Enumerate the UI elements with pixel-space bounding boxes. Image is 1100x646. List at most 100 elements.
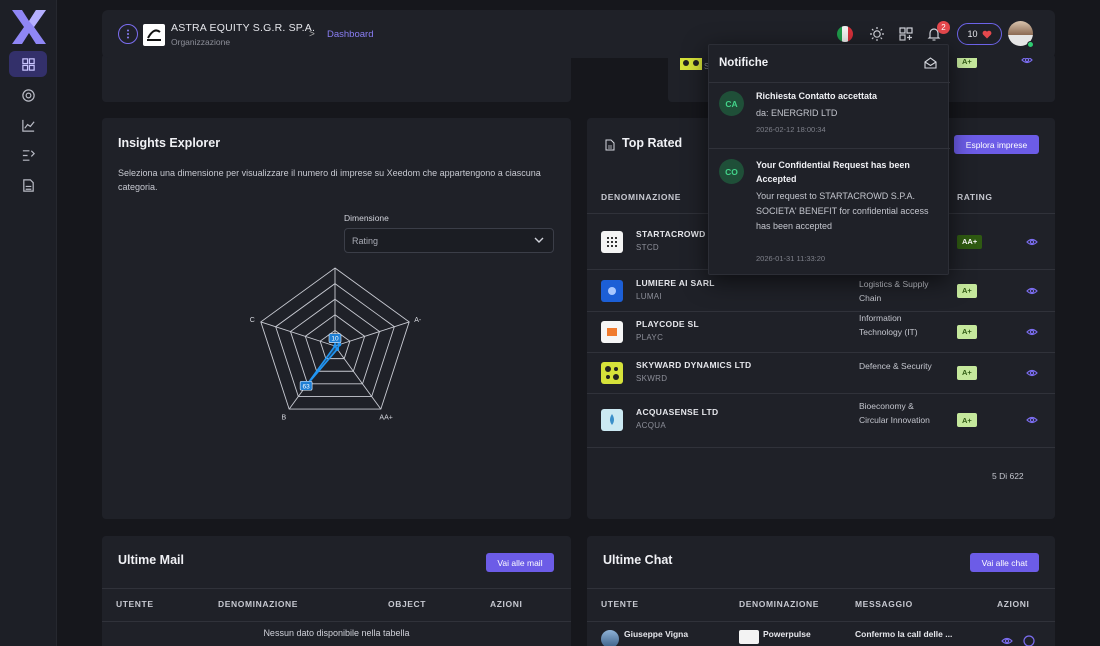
insights-card: Insights Explorer Seleziona una dimensio… — [102, 118, 571, 519]
breadcrumb-separator: > — [309, 29, 315, 40]
upper-left-card — [102, 54, 571, 102]
notification-avatar: CO — [719, 159, 744, 184]
company-logo-icon — [601, 361, 623, 384]
radar-axis-label: B — [282, 414, 287, 421]
credits-count: 10 — [967, 29, 978, 39]
notification-body: da: ENERGRID LTD — [756, 108, 838, 118]
sidebar-item-analytics[interactable] — [9, 112, 47, 138]
chat-message: Confermo la call delle ... — [855, 629, 953, 639]
chat-user: Giuseppe Vigna — [624, 629, 689, 639]
mail-open-icon[interactable] — [924, 57, 937, 69]
eye-icon[interactable] — [1026, 236, 1038, 248]
dimension-label: Dimensione — [344, 213, 389, 223]
company-sector: Bioeconomy & Circular Innovation — [859, 401, 930, 425]
company-name[interactable]: PLAYCODE SL — [636, 319, 699, 329]
notification-body: Your request to STARTACROWD S.P.A. SOCIE… — [756, 191, 929, 231]
notification-time: 2026-01-31 11:33:20 — [756, 254, 826, 263]
org-logo — [143, 24, 165, 46]
eye-icon[interactable] — [1026, 414, 1038, 426]
rating-badge: A+ — [957, 324, 977, 339]
notification-title: Your Confidential Request has been Accep… — [756, 160, 910, 184]
avatar — [601, 630, 619, 646]
company-name[interactable]: SKYWARD DYNAMICS LTD — [636, 360, 751, 370]
company-logo-icon — [601, 279, 623, 302]
eye-icon[interactable] — [1026, 367, 1038, 379]
radar-axis — [334, 345, 382, 410]
eye-icon[interactable] — [1001, 635, 1013, 646]
sidebar-item-documents[interactable] — [9, 172, 47, 198]
chat-company: Powerpulse — [763, 629, 811, 639]
sidebar-item-target[interactable] — [9, 82, 47, 108]
document-icon — [605, 139, 615, 151]
mail-col-user: UTENTE — [116, 599, 154, 609]
company-sector: Logistics & Supply Chain — [859, 278, 929, 303]
chat-col-user: UTENTE — [601, 599, 639, 609]
company-name[interactable]: LUMIERE AI SARL — [636, 278, 715, 288]
company-name[interactable]: STARTACROWD — [636, 229, 706, 239]
go-to-mail-button[interactable]: Vai alle mail — [486, 553, 554, 572]
breadcrumb[interactable]: Dashboard — [327, 29, 373, 40]
mail-card: Ultime Mail Vai alle mail UTENTE DENOMIN… — [102, 536, 571, 646]
notification-count-badge: 2 — [937, 21, 950, 34]
radar-data-point — [335, 347, 340, 351]
company-sector: Defence & Security — [859, 360, 932, 371]
radar-axis — [260, 321, 336, 347]
radar-data-label: 10 — [331, 336, 339, 343]
radar-axis — [334, 321, 410, 347]
company-logo-icon — [739, 630, 759, 644]
company-sector: Information Technology (IT) — [859, 312, 918, 337]
company-logo-icon — [680, 56, 702, 70]
rating-badge: A+ — [957, 413, 977, 427]
company-code: SKWRD — [636, 373, 668, 383]
chat-col-message: MESSAGGIO — [855, 599, 913, 609]
radar-chart: A+A-AA+BC1063 — [250, 267, 422, 421]
sidebar-item-dashboard[interactable] — [9, 51, 47, 77]
credits-pill[interactable]: 10 — [957, 23, 1002, 45]
radar-data-label: 63 — [302, 383, 310, 390]
go-to-chat-button[interactable]: Vai alle chat — [970, 553, 1039, 572]
sidebar — [0, 0, 57, 646]
chat-col-actions: AZIONI — [997, 599, 1030, 609]
company-code: STCD — [636, 242, 659, 252]
eye-icon[interactable] — [1026, 285, 1038, 297]
company-code: PLAYC — [636, 332, 664, 342]
chevron-down-icon — [534, 237, 544, 243]
radar-axis-label: AA+ — [379, 414, 392, 421]
insights-description: Seleziona una dimensione per visualizzar… — [118, 168, 541, 192]
insights-title: Insights Explorer — [118, 136, 221, 150]
company-name[interactable]: ACQUASENSE LTD — [636, 407, 718, 417]
company-logo-icon — [601, 320, 623, 343]
dashboard-icon — [21, 57, 35, 71]
org-name[interactable]: ASTRA EQUITY S.G.R. SP.A. — [171, 22, 315, 34]
chat-col-name: DENOMINAZIONE — [739, 599, 820, 609]
heart-icon — [982, 30, 991, 38]
mail-col-actions: AZIONI — [490, 599, 523, 609]
eye-icon[interactable] — [1026, 326, 1038, 338]
org-menu-button[interactable] — [118, 24, 138, 44]
chat-bubble-icon[interactable] — [1023, 635, 1035, 646]
chat-title: Ultime Chat — [603, 553, 673, 567]
dimension-value: Rating — [352, 236, 379, 246]
company-logo-icon — [601, 230, 623, 253]
chart-icon — [21, 119, 35, 132]
radar-data-point — [333, 344, 337, 348]
apps-icon[interactable] — [898, 26, 914, 42]
pagination-info: 5 Di 622 — [992, 471, 1024, 481]
rating-badge: AA+ — [957, 234, 983, 249]
sun-icon[interactable] — [869, 26, 885, 42]
notification-avatar: CA — [719, 91, 744, 116]
radar-axis-label: C — [250, 317, 255, 324]
notifications-title: Notifiche — [719, 57, 769, 69]
sidebar-item-flow[interactable] — [9, 142, 47, 168]
chat-card: Ultime Chat Vai alle chat UTENTE DENOMIN… — [587, 536, 1055, 646]
dimension-select[interactable]: Rating — [344, 228, 554, 253]
col-header-rating: RATING — [957, 192, 993, 202]
mail-col-name: DENOMINAZIONE — [218, 599, 299, 609]
more-vertical-icon — [127, 29, 129, 39]
rating-badge: A+ — [957, 365, 977, 380]
document-icon — [22, 178, 34, 192]
flag-italy-icon[interactable] — [837, 26, 853, 42]
explore-companies-button[interactable]: Esplora imprese — [954, 135, 1039, 154]
top-rated-title: Top Rated — [622, 136, 683, 150]
app-logo[interactable] — [10, 8, 48, 46]
